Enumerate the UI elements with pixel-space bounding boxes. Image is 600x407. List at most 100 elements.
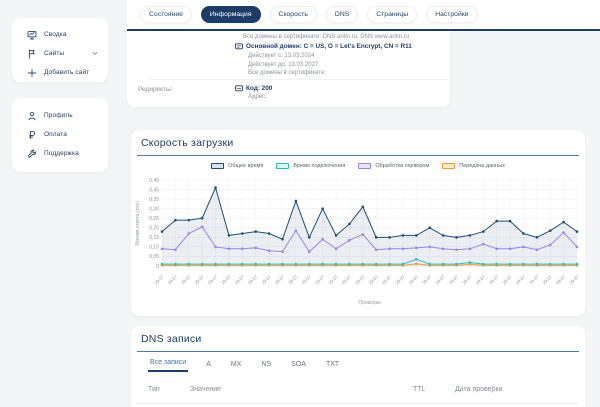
svg-text:29.07: 29.07	[555, 274, 567, 286]
dns-tab-txt[interactable]: TXT	[324, 361, 341, 372]
sidebar-item-summary[interactable]: Сводка	[12, 25, 108, 44]
redirect-code: Код: 200	[246, 85, 272, 92]
svg-text:29.07: 29.07	[234, 274, 246, 286]
sidebar-item-profile[interactable]: Профиль	[12, 106, 108, 125]
legend-item[interactable]: Время подключения	[276, 163, 345, 169]
svg-text:29.07: 29.07	[448, 274, 460, 286]
svg-text:29.07: 29.07	[180, 274, 192, 286]
dns-column-header: Дата проверки	[455, 386, 502, 393]
svg-text:29.07: 29.07	[207, 274, 219, 286]
legend-label: Время подключения	[293, 163, 345, 169]
speed-section-title: Скорость загрузки	[141, 137, 233, 149]
svg-text:29.07: 29.07	[488, 274, 500, 286]
speed-title-divider	[137, 155, 579, 156]
sidebar-item-payment[interactable]: Оплата	[12, 125, 108, 144]
certificate-divider	[149, 79, 448, 80]
sidebar-item-label: Профиль	[44, 112, 73, 119]
certificate-panel: Все домены в сертификате: DNS:aritin.ru,…	[127, 31, 450, 107]
sidebar-item-sites[interactable]: Сайты	[12, 44, 108, 63]
svg-text:29.07: 29.07	[274, 274, 286, 286]
dns-tab-soa[interactable]: SOA	[289, 361, 308, 372]
svg-text:29.07: 29.07	[167, 274, 179, 286]
legend-item[interactable]: Передача данных	[442, 163, 505, 169]
certificate-valid-from: Действует с: 13.03.2024	[248, 53, 314, 59]
sidebar-item-label: Добавить сайт	[44, 69, 89, 76]
redirect-icon	[235, 85, 243, 92]
svg-text:29.07: 29.07	[153, 274, 165, 286]
svg-text:0: 0	[156, 264, 159, 270]
chevron-down-icon	[92, 51, 98, 56]
tab-info[interactable]: Информация	[201, 6, 261, 23]
redirects-label: Редиректы:	[138, 86, 173, 93]
user-icon	[27, 111, 37, 121]
legend-label: Общее время	[228, 163, 263, 169]
tab-speed[interactable]: Скорость	[270, 6, 317, 23]
svg-text:0,15: 0,15	[149, 235, 159, 241]
dns-title-divider	[137, 351, 579, 352]
speed-section: Скорость загрузки Общее время Время подкл…	[131, 130, 585, 316]
legend-label: Передача данных	[459, 163, 505, 169]
svg-text:29.07: 29.07	[368, 274, 380, 286]
dashboard-icon	[27, 30, 37, 40]
dns-table-header: ТипЗначениеTTLДата проверки	[131, 386, 585, 402]
dns-section: DNS записи Все записиAMXNSSOATXT ТипЗнач…	[131, 326, 585, 407]
support-icon	[27, 149, 37, 159]
legend-item[interactable]: Общее время	[211, 163, 263, 169]
certificate-all-domains-label: Все домены в сертификате:	[248, 70, 326, 76]
legend-swatch	[276, 163, 289, 169]
svg-text:29.07: 29.07	[220, 274, 232, 286]
legend-swatch	[442, 163, 455, 169]
sidebar-main-menu: Сводка Сайты Добавить сайт	[12, 18, 108, 82]
sidebar-item-label: Сайты	[44, 50, 64, 57]
svg-text:29.07: 29.07	[501, 274, 513, 286]
svg-text:29.07: 29.07	[528, 274, 540, 286]
svg-text:Проверки: Проверки	[358, 300, 381, 306]
svg-text:0,35: 0,35	[149, 197, 159, 203]
sidebar-item-label: Оплата	[44, 131, 67, 138]
svg-text:29.07: 29.07	[341, 274, 353, 286]
tab-status[interactable]: Состояние	[140, 6, 192, 23]
svg-text:29.07: 29.07	[461, 274, 473, 286]
svg-text:29.07: 29.07	[435, 274, 447, 286]
dns-tab-all[interactable]: Все записи	[148, 359, 188, 372]
svg-text:29.07: 29.07	[515, 274, 527, 286]
svg-text:0,05: 0,05	[149, 254, 159, 260]
sidebar-item-add-site[interactable]: Добавить сайт	[12, 63, 108, 82]
svg-text:0,40: 0,40	[149, 187, 159, 193]
svg-text:29.07: 29.07	[327, 274, 339, 286]
sidebar-item-support[interactable]: Поддержка	[12, 144, 108, 163]
svg-text:29.07: 29.07	[475, 274, 487, 286]
sidebar-item-label: Поддержка	[44, 150, 79, 157]
dns-record-tabs: Все записи A MX NS SOA TXT	[148, 359, 341, 372]
svg-text:29.07: 29.07	[301, 274, 313, 286]
svg-text:0,30: 0,30	[149, 206, 159, 212]
dns-section-title: DNS записи	[141, 333, 201, 345]
legend-swatch	[211, 163, 224, 169]
svg-text:29.07: 29.07	[568, 274, 580, 286]
dns-tab-mx[interactable]: MX	[229, 361, 244, 372]
svg-text:0,20: 0,20	[149, 226, 159, 232]
speed-line-chart: 00,050,100,150,200,250,300,350,400,4529.…	[133, 172, 583, 312]
svg-text:29.07: 29.07	[394, 274, 406, 286]
svg-text:0,45: 0,45	[149, 178, 159, 184]
tab-settings[interactable]: Настройки	[426, 6, 477, 23]
legend-item[interactable]: Обработка сервером	[358, 163, 429, 169]
certificate-all-domains-line: Все домены в сертификате: DNS:aritin.ru,…	[243, 34, 409, 40]
certificate-icon	[235, 43, 243, 50]
tab-pages[interactable]: Страницы	[367, 6, 417, 23]
svg-text:29.07: 29.07	[260, 274, 272, 286]
sidebar-item-label: Сводка	[44, 31, 67, 38]
tab-dns[interactable]: DNS	[326, 6, 358, 23]
dns-column-header: TTL	[413, 386, 425, 393]
certificate-main-domain: Основной домен: C = US, O = Let's Encryp…	[246, 43, 412, 50]
certificate-main-domain-row: Основной домен: C = US, O = Let's Encryp…	[235, 43, 412, 50]
svg-text:29.07: 29.07	[421, 274, 433, 286]
svg-text:29.07: 29.07	[194, 274, 206, 286]
redirect-code-row: Код: 200	[235, 85, 272, 92]
dns-tab-ns[interactable]: NS	[259, 361, 273, 372]
dns-tab-a[interactable]: A	[204, 361, 213, 372]
svg-text:29.07: 29.07	[542, 274, 554, 286]
site-tabs-bar: Состояние Информация Скорость DNS Страницы На…	[127, 0, 600, 31]
sidebar-account-menu: Профиль Оплата Поддержка	[12, 98, 108, 172]
svg-text:29.07: 29.07	[381, 274, 393, 286]
